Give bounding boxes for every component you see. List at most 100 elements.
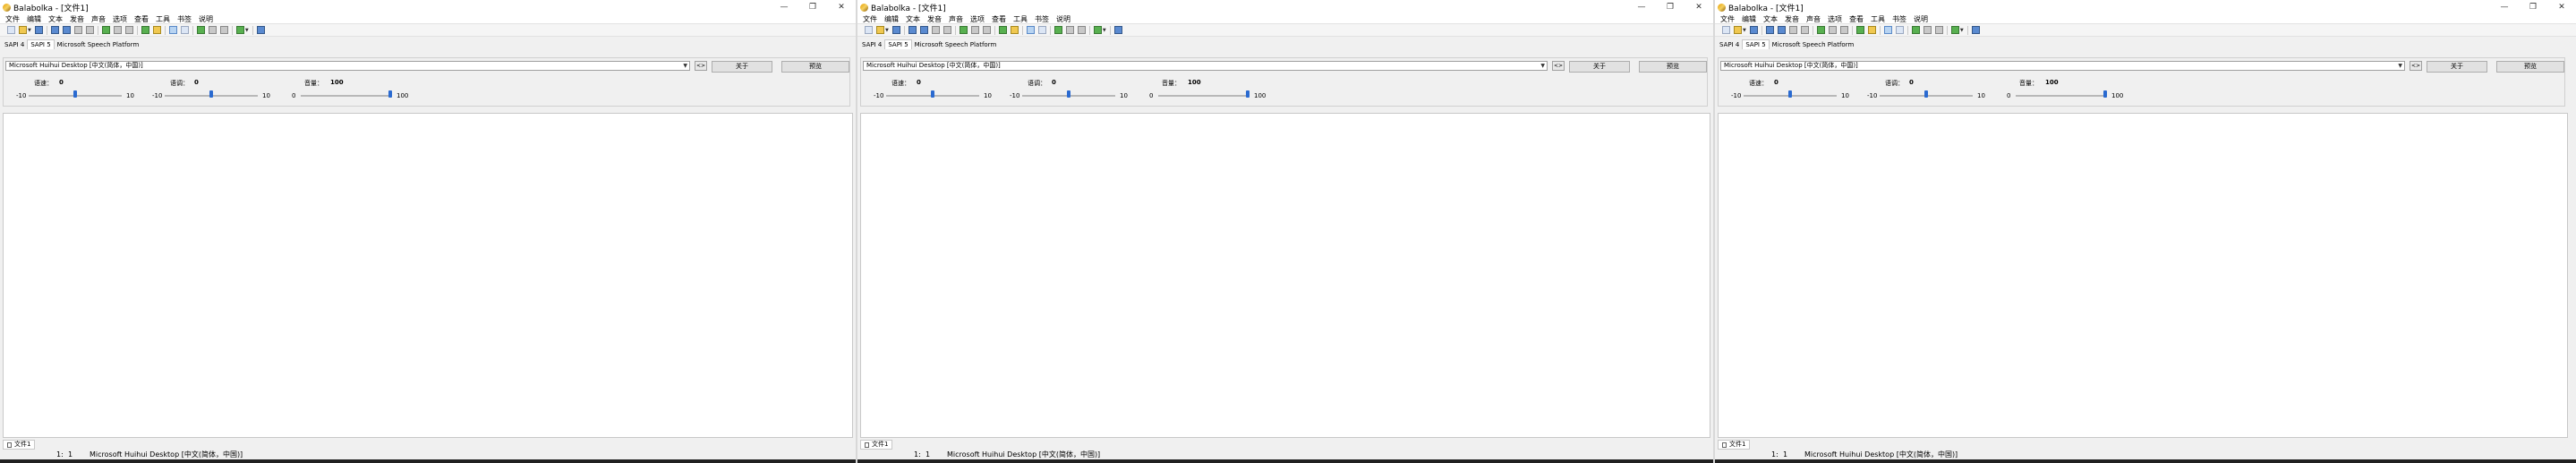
dictionary-icon[interactable] (208, 26, 217, 34)
text-editor[interactable] (860, 113, 1710, 438)
document-tab[interactable]: 文件1 (1718, 440, 1751, 450)
spell-check-icon[interactable] (196, 26, 205, 34)
stop-icon[interactable] (124, 26, 133, 34)
export-icon[interactable] (1777, 26, 1786, 34)
play-icon[interactable] (959, 26, 968, 34)
stop-icon[interactable] (1839, 26, 1848, 34)
convert-icon[interactable] (998, 26, 1007, 34)
close-button[interactable]: ✕ (2547, 0, 2576, 14)
text-editor[interactable] (3, 113, 853, 438)
voice-more-button[interactable]: <> (2410, 61, 2422, 71)
menu-edit[interactable]: 编辑 (1738, 14, 1760, 24)
menu-options[interactable]: 选项 (109, 14, 131, 24)
about-button[interactable]: 关于 (712, 61, 772, 73)
close-button[interactable]: ✕ (1685, 0, 1713, 14)
new-file-icon[interactable] (1722, 26, 1730, 34)
tab-sapi4[interactable]: SAPI 4 (1717, 40, 1742, 49)
close-button[interactable]: ✕ (827, 0, 856, 14)
text-view-icon[interactable] (1883, 26, 1892, 34)
volume-slider-thumb[interactable] (2103, 90, 2107, 98)
document-tab[interactable]: 文件1 (860, 440, 893, 450)
batch-icon[interactable] (1867, 26, 1876, 34)
convert-icon[interactable] (141, 26, 149, 34)
play-icon[interactable] (1816, 26, 1825, 34)
voice-more-button[interactable]: <> (695, 61, 707, 71)
tab-speech-platform[interactable]: Microsoft Speech Platform (55, 40, 142, 49)
menu-edit[interactable]: 编辑 (23, 14, 45, 24)
copy-icon[interactable] (943, 26, 951, 34)
tab-speech-platform[interactable]: Microsoft Speech Platform (1770, 40, 1857, 49)
menu-text[interactable]: 文本 (1760, 14, 1781, 24)
preview-button[interactable]: 预览 (2496, 61, 2564, 73)
play-icon[interactable] (101, 26, 110, 34)
pitch-slider-thumb[interactable] (1924, 90, 1928, 98)
convert-icon[interactable] (1855, 26, 1864, 34)
spell-check-icon[interactable] (1053, 26, 1062, 34)
volume-slider-track[interactable] (301, 95, 392, 97)
menu-tools[interactable]: 工具 (152, 14, 174, 24)
about-button[interactable]: 关于 (2427, 61, 2487, 73)
stop-icon[interactable] (982, 26, 991, 34)
menu-view[interactable]: 查看 (1846, 14, 1867, 24)
menu-bookmarks[interactable]: 书签 (174, 14, 195, 24)
copy-icon[interactable] (1800, 26, 1809, 34)
settings-icon[interactable] (1934, 26, 1943, 34)
about-button[interactable]: 关于 (1569, 61, 1630, 73)
volume-slider-track[interactable] (2016, 95, 2107, 97)
title-bar[interactable]: Balabolka - [文件1] — ❐ ✕ (1715, 0, 2576, 14)
dictionary-icon[interactable] (1065, 26, 1074, 34)
menu-edit[interactable]: 编辑 (881, 14, 902, 24)
save-icon[interactable] (1749, 26, 1758, 34)
menu-file[interactable]: 文件 (1717, 14, 1738, 24)
layout-icon[interactable] (1037, 26, 1046, 34)
save-audio-icon[interactable] (1765, 26, 1774, 34)
chevron-down-icon[interactable]: ▼ (1960, 28, 1964, 33)
voice-select[interactable]: Microsoft Huihui Desktop [中文(简体，中国)] ▼ (863, 61, 1548, 71)
tab-sapi4[interactable]: SAPI 4 (2, 40, 27, 49)
menu-tools[interactable]: 工具 (1867, 14, 1889, 24)
menu-voice[interactable]: 声音 (1803, 14, 1824, 24)
document-tab[interactable]: 文件1 (3, 440, 36, 450)
chevron-down-icon[interactable]: ▼ (245, 28, 249, 33)
chevron-down-icon[interactable]: ▼ (1743, 28, 1746, 33)
menu-bookmarks[interactable]: 书签 (1031, 14, 1053, 24)
volume-slider-thumb[interactable] (388, 90, 392, 98)
restore-button[interactable]: ❐ (1656, 0, 1685, 14)
batch-icon[interactable] (152, 26, 161, 34)
open-folder-icon[interactable] (1734, 26, 1742, 34)
layout-icon[interactable] (180, 26, 189, 34)
chevron-down-icon[interactable]: ▼ (885, 28, 889, 33)
menu-pronunciation[interactable]: 发音 (1781, 14, 1803, 24)
menu-file[interactable]: 文件 (859, 14, 881, 24)
text-view-icon[interactable] (168, 26, 177, 34)
preview-button[interactable]: 预览 (781, 61, 849, 73)
rate-slider-thumb[interactable] (73, 90, 77, 98)
menu-view[interactable]: 查看 (988, 14, 1010, 24)
menu-text[interactable]: 文本 (902, 14, 924, 24)
new-file-icon[interactable] (7, 26, 15, 34)
menu-file[interactable]: 文件 (2, 14, 23, 24)
tab-speech-platform[interactable]: Microsoft Speech Platform (912, 40, 1000, 49)
layout-icon[interactable] (1895, 26, 1904, 34)
minimize-button[interactable]: — (2490, 0, 2519, 14)
export-icon[interactable] (62, 26, 71, 34)
batch-icon[interactable] (1010, 26, 1019, 34)
open-folder-icon[interactable] (876, 26, 884, 34)
pitch-slider-thumb[interactable] (209, 90, 213, 98)
minimize-button[interactable]: — (1627, 0, 1656, 14)
tab-sapi5[interactable]: SAPI 5 (884, 39, 912, 49)
text-view-icon[interactable] (1026, 26, 1035, 34)
rate-slider-thumb[interactable] (1788, 90, 1792, 98)
settings-icon[interactable] (219, 26, 228, 34)
text-editor[interactable] (1718, 113, 2568, 438)
volume-slider-track[interactable] (1158, 95, 1250, 97)
pause-icon[interactable] (970, 26, 979, 34)
cut-icon[interactable] (73, 26, 82, 34)
menu-bookmarks[interactable]: 书签 (1889, 14, 1910, 24)
clipboard-icon[interactable] (1971, 26, 1980, 34)
tab-sapi5[interactable]: SAPI 5 (1742, 39, 1770, 49)
pause-icon[interactable] (113, 26, 122, 34)
menu-text[interactable]: 文本 (45, 14, 66, 24)
menu-options[interactable]: 选项 (967, 14, 988, 24)
preview-button[interactable]: 预览 (1639, 61, 1707, 73)
